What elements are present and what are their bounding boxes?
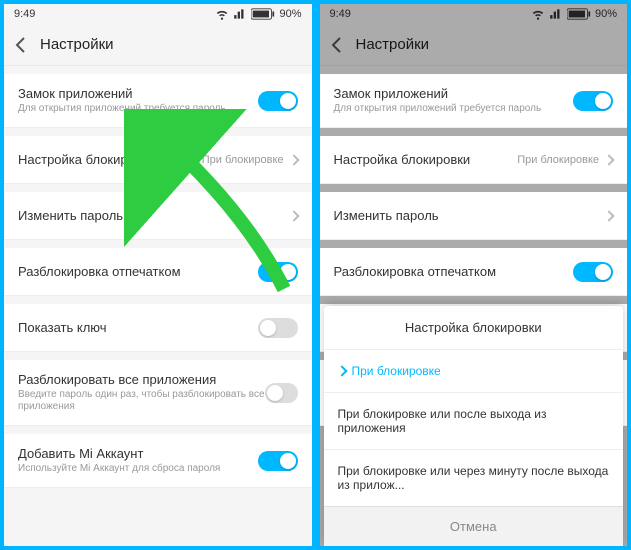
chevron-right-icon [288,210,299,221]
sheet-option-label: При блокировке [352,364,441,378]
statusbar: 9:49 90% [4,4,312,24]
page-title: Настройки [40,36,114,53]
battery-icon [251,8,275,20]
toggle [573,91,613,111]
toggle[interactable] [258,451,298,471]
sheet-option-label: При блокировке или после выхода из прило… [338,407,610,435]
value: При блокировке [202,154,284,166]
settings-list: Замок приложений Для открытия приложений … [4,66,312,546]
chevron-right-icon [336,365,347,376]
label: Добавить Mi Аккаунт [18,446,220,461]
lock-setting-sheet: Настройка блокировки При блокировке При … [324,306,624,546]
status-battery: 90% [279,8,301,20]
toggle [573,262,613,282]
sub: Используйте Mi Аккаунт для сброса пароля [18,463,220,475]
row-mi-account[interactable]: Добавить Mi Аккаунт Используйте Mi Аккаун… [4,434,312,488]
label: Замок приложений [18,86,226,101]
row-change-password[interactable]: Изменить пароль [4,192,312,240]
sheet-option-2[interactable]: При блокировке или после выхода из прило… [324,392,624,449]
sheet-option-label: При блокировке или через минуту после вы… [338,464,610,492]
wifi-icon [215,7,229,21]
label: Настройка блокировки [18,152,155,167]
row-change-password: Изменить пароль [320,192,628,240]
toggle[interactable] [258,318,298,338]
label: Разблокировать все приложения [18,372,265,387]
sheet-title: Настройка блокировки [324,306,624,349]
header: Настройки [4,24,312,66]
label: Изменить пароль [18,208,123,223]
label: Показать ключ [18,320,107,335]
row-fingerprint: Разблокировка отпечатком [320,248,628,296]
sheet-option-3[interactable]: При блокировке или через минуту после вы… [324,449,624,506]
row-app-lock: Замок приложенийДля открытия приложений … [320,74,628,128]
chevron-right-icon [603,154,614,165]
status-time: 9:49 [14,8,35,20]
row-unlock-all[interactable]: Разблокировать все приложения Введите пар… [4,360,312,426]
row-show-key[interactable]: Показать ключ [4,304,312,352]
sheet-cancel-button[interactable]: Отмена [324,506,624,546]
right-screen: 9:49 90% Настройки Замок приложенийДля о… [320,4,628,546]
label: Разблокировка отпечатком [18,264,181,279]
chevron-right-icon [603,210,614,221]
left-screen: 9:49 90% Настройки Замок приложений Для о… [4,4,312,546]
back-icon[interactable] [12,36,30,54]
toggle[interactable] [265,383,297,403]
toggle[interactable] [258,262,298,282]
sub: Для открытия приложений требуется пароль [18,103,226,115]
sub: Введите пароль один раз, чтобы разблокир… [18,389,265,413]
row-fingerprint[interactable]: Разблокировка отпечатком [4,248,312,296]
row-lock-setting[interactable]: Настройка блокировки При блокировке [4,136,312,184]
sheet-option-1[interactable]: При блокировке [324,349,624,392]
status-right: 90% [215,7,301,21]
toggle[interactable] [258,91,298,111]
row-app-lock[interactable]: Замок приложений Для открытия приложений … [4,74,312,128]
row-lock-setting: Настройка блокировки При блокировке [320,136,628,184]
signal-icon [233,7,247,21]
chevron-right-icon [288,154,299,165]
